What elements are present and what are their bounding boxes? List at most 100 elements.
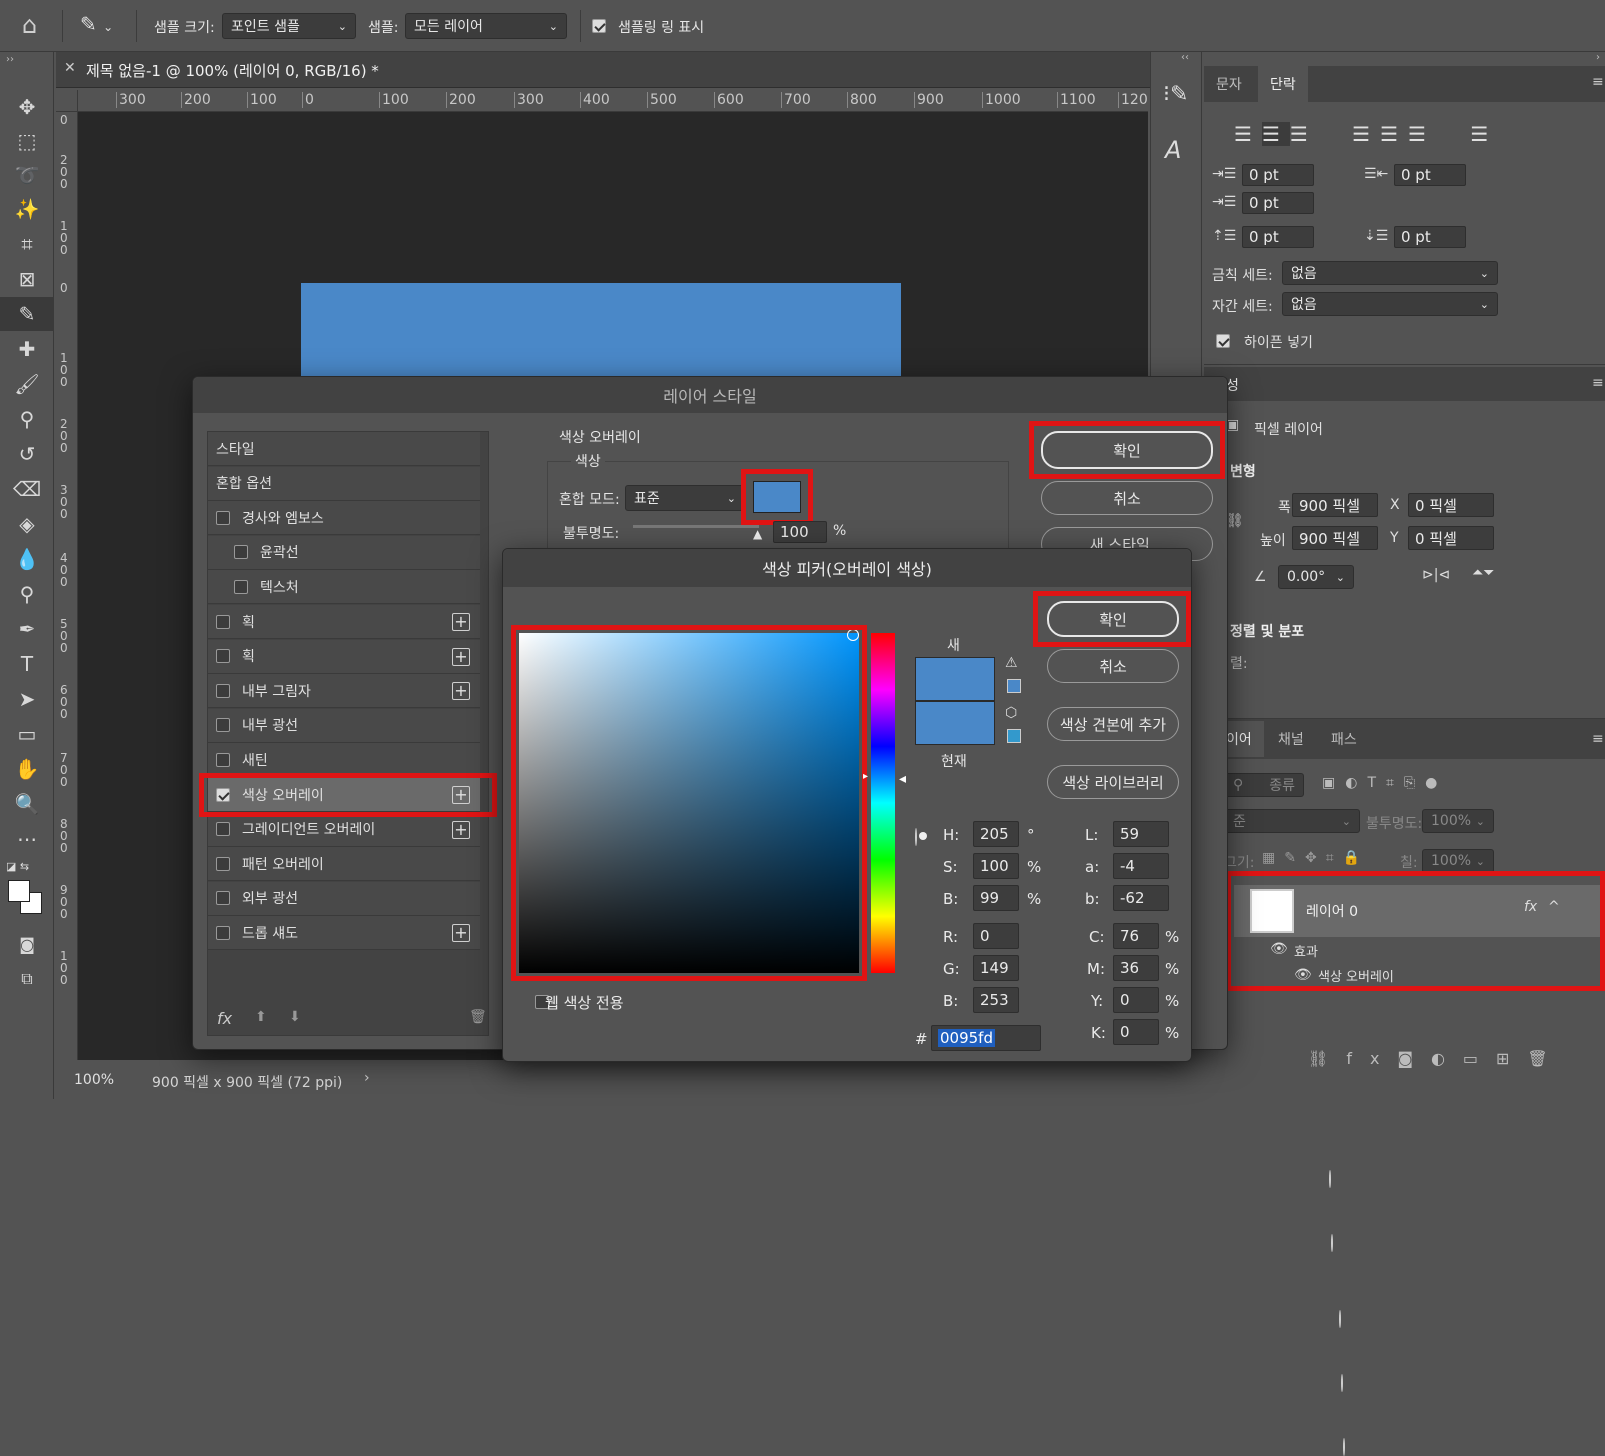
hex-input[interactable]: 0095fd (931, 1025, 1041, 1051)
hue-slider[interactable] (871, 633, 895, 973)
style-checkbox[interactable] (216, 683, 230, 698)
justify-right-icon[interactable]: ☰ (1408, 122, 1436, 146)
style-list-item[interactable]: 획 + (208, 605, 480, 639)
flip-horizontal-icon[interactable]: ⊳|⊲ (1422, 567, 1450, 583)
space-after-input[interactable]: 0 pt (1394, 226, 1466, 248)
style-list-item[interactable]: 스타일 (208, 432, 480, 466)
panel-menu-icon[interactable]: ≡ (1592, 74, 1604, 90)
sampling-ring-checkbox[interactable] (592, 19, 606, 33)
rectangle-tool-icon[interactable]: ▭ (0, 717, 54, 751)
layer-filter-icons[interactable]: ▣◐T⌗⎘● (1322, 775, 1447, 791)
b-rgb-radio[interactable] (1343, 1438, 1345, 1456)
h-radio[interactable] (915, 828, 917, 846)
picker-cancel-button[interactable]: 취소 (1047, 649, 1179, 683)
hue-slider-left-arrow[interactable]: ▸ (863, 771, 868, 782)
style-list-item[interactable]: 드롭 섀도 + (208, 916, 480, 951)
add-effect-icon[interactable]: + (452, 613, 470, 631)
more-tools-icon[interactable]: ⋯ (0, 822, 54, 856)
crop-tool-icon[interactable]: ⌗ (0, 227, 54, 261)
fill-select[interactable]: 100% ⌄ (1422, 849, 1494, 873)
frame-tool-icon[interactable]: ⊠ (0, 262, 54, 296)
brush-settings-icon[interactable]: ⁝✎ (1163, 82, 1188, 107)
quick-mask-icon[interactable]: ◙ (0, 927, 54, 961)
zoom-tool-icon[interactable]: 🔍 (0, 787, 54, 821)
blur-tool-icon[interactable]: 💧 (0, 542, 54, 576)
add-effect-icon[interactable]: + (452, 924, 470, 943)
style-checkbox[interactable] (216, 822, 230, 837)
current-color-swatch[interactable] (915, 701, 995, 745)
hue-slider-right-arrow[interactable]: ◂ (899, 771, 906, 787)
clone-stamp-tool-icon[interactable]: ⚲ (0, 402, 54, 436)
s-input[interactable]: 100 (973, 853, 1019, 879)
style-list-item[interactable]: 윤곽선 (208, 535, 480, 570)
style-list-item[interactable]: 내부 그림자 + (208, 674, 480, 709)
layer-filter-select[interactable]: ⚲ 종류 (1224, 773, 1304, 797)
healing-brush-tool-icon[interactable]: ✚ (0, 332, 54, 366)
justify-center-icon[interactable]: ☰ (1380, 122, 1408, 146)
m-input[interactable]: 36 (1113, 955, 1159, 981)
lasso-tool-icon[interactable]: ➰ (0, 158, 54, 192)
out-of-gamut-warning-icon[interactable]: ⚠ (1005, 655, 1018, 671)
zoom-level[interactable]: 100% (74, 1072, 114, 1088)
history-brush-tool-icon[interactable]: ↺ (0, 437, 54, 471)
marquee-tool-icon[interactable]: ⬚ (0, 124, 54, 158)
indent-left-input[interactable]: 0 pt (1242, 164, 1314, 186)
gamut-swatch[interactable] (1007, 679, 1021, 693)
indent-right-input[interactable]: 0 pt (1394, 164, 1466, 186)
foreground-color-swatch[interactable] (8, 880, 30, 902)
b-rgb-input[interactable]: 253 (973, 987, 1019, 1013)
flip-vertical-icon[interactable]: ⏶⏷ (1472, 565, 1494, 581)
move-tool-icon[interactable]: ✥ (0, 90, 54, 124)
add-effect-icon[interactable]: + (452, 820, 470, 839)
style-checkbox[interactable] (216, 718, 230, 733)
glyphs-icon[interactable]: A (1165, 136, 1181, 164)
style-list-item[interactable]: 패턴 오버레이 (208, 847, 480, 882)
blend-mode-select[interactable]: 준 ⌄ (1224, 809, 1360, 833)
kinsoku-select[interactable]: 없음 ⌄ (1282, 261, 1498, 285)
a-input[interactable]: -4 (1113, 853, 1169, 879)
style-list-item[interactable]: 텍스처 (208, 570, 480, 605)
layers-footer-icons[interactable]: ⛓fx◙◐▭⊞🗑 (1308, 1049, 1566, 1068)
style-checkbox[interactable] (216, 649, 230, 664)
add-to-swatches-button[interactable]: 색상 견본에 추가 (1047, 707, 1179, 741)
pen-tool-icon[interactable]: ✒ (0, 612, 54, 646)
default-colors-icon[interactable]: ◪ ⇆ (6, 860, 29, 873)
g-input[interactable]: 149 (973, 955, 1019, 981)
opacity-select[interactable]: 100% ⌄ (1422, 809, 1494, 833)
screen-mode-icon[interactable]: ⧉ (0, 962, 54, 996)
brightness-radio[interactable] (1331, 1234, 1333, 1252)
panel-menu-icon[interactable]: ≡ (1592, 731, 1604, 747)
hand-tool-icon[interactable]: ✋ (0, 752, 54, 786)
move-down-icon[interactable]: ⬇ (289, 1009, 301, 1025)
y-input[interactable]: 0 (1113, 987, 1159, 1013)
paint-bucket-tool-icon[interactable]: ◈ (0, 507, 54, 541)
style-checkbox[interactable] (234, 579, 248, 594)
height-input[interactable]: 900 픽셀 (1292, 526, 1378, 550)
brush-tool-icon[interactable]: 🖌 (0, 367, 54, 401)
collapse-dock-icon[interactable]: ‹‹ (1181, 52, 1189, 63)
style-list-item[interactable]: 그레이디언트 오버레이 + (208, 812, 480, 847)
style-checkbox[interactable] (216, 752, 230, 767)
add-effect-icon[interactable]: + (452, 647, 470, 666)
style-list-item[interactable]: 내부 광선 (208, 708, 480, 743)
tab-paragraph[interactable]: 단락 (1258, 66, 1308, 102)
align-left-icon[interactable]: ☰ (1234, 122, 1262, 146)
align-right-icon[interactable]: ☰ (1290, 122, 1318, 146)
collapse-icon[interactable]: ›› (6, 54, 14, 65)
style-list-item[interactable]: 경사와 엠보스 (208, 501, 480, 536)
c-input[interactable]: 76 (1113, 923, 1159, 949)
web-safe-warning-icon[interactable]: ⬡ (1005, 705, 1017, 721)
s-radio[interactable] (1329, 1170, 1331, 1188)
brightness-input[interactable]: 99 (973, 885, 1019, 911)
b-lab-input[interactable]: -62 (1113, 885, 1169, 911)
align-center-icon[interactable]: ☰ (1261, 122, 1290, 146)
opacity-slider-thumb[interactable]: ▲ (753, 527, 762, 541)
style-checkbox[interactable] (216, 510, 230, 525)
style-checkbox[interactable] (234, 545, 248, 560)
blend-mode-select[interactable]: 표준 ⌄ (625, 485, 745, 511)
style-checkbox[interactable] (216, 925, 230, 940)
style-checkbox[interactable] (216, 856, 230, 871)
opacity-slider-track[interactable] (633, 525, 759, 528)
style-list-item[interactable]: 외부 광선 (208, 881, 480, 916)
width-input[interactable]: 900 픽셀 (1292, 493, 1378, 517)
